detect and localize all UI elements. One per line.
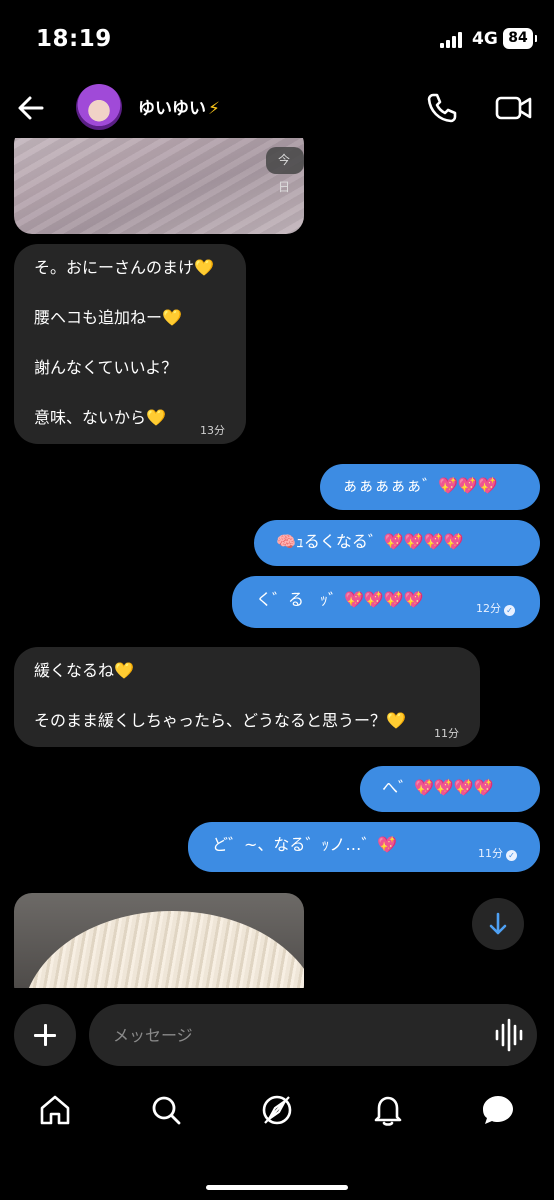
read-check-icon: ✓ — [506, 850, 517, 861]
contact-name[interactable]: ゆいゆい ⚡ — [138, 94, 220, 119]
messages-chat-icon[interactable] — [480, 1092, 516, 1128]
cellular-signal-icon — [440, 32, 466, 48]
voice-waveform-icon[interactable] — [494, 1018, 524, 1052]
notifications-bell-icon[interactable] — [370, 1092, 406, 1128]
message-text: く゛る ｯ゛💖💖💖💖 — [256, 590, 424, 609]
home-icon[interactable] — [37, 1092, 73, 1128]
read-check-icon: ✓ — [504, 605, 515, 616]
message-bubble-sent[interactable]: ど゛~、なる゛ｯノ…゛💖 11分 ✓ — [188, 822, 540, 872]
scroll-to-bottom-button[interactable] — [472, 898, 524, 950]
chat-header: ゆいゆい ⚡ — [0, 80, 554, 138]
message-timestamp: 11分 — [434, 727, 459, 740]
message-time-text: 12分 — [476, 602, 501, 615]
arrow-left-icon[interactable] — [14, 90, 50, 126]
bottom-navigation — [0, 1078, 554, 1200]
message-bubble-received[interactable]: そ。おにーさんのまけ💛 腰ヘコも追加ねー💛 謝んなくていいよ？ 意味、ないから💛… — [14, 244, 246, 444]
arrow-down-icon — [489, 912, 507, 935]
message-text: 意味、ないから💛 — [34, 408, 166, 427]
message-bubble-received[interactable]: 緩くなるね💛 そのまま緩くしちゃったら、どうなると思うー？💛 11分 — [14, 647, 480, 747]
message-text: そ。おにーさんのまけ💛 — [34, 258, 214, 277]
message-bubble-sent[interactable]: く゛る ｯ゛💖💖💖💖 12分 ✓ — [232, 576, 540, 628]
explore-compass-icon[interactable] — [259, 1092, 295, 1128]
message-text: そのまま緩くしちゃったら、どうなると思うー？💛 — [34, 711, 406, 730]
message-text: ど゛~、なる゛ｯノ…゛💖 — [212, 835, 398, 854]
video-camera-icon[interactable] — [494, 90, 534, 126]
shared-photo[interactable] — [14, 893, 304, 988]
message-timestamp: 12分 ✓ — [476, 602, 515, 616]
message-bubble-sent[interactable]: ぁぁぁぁぁ゛💖💖💖 — [320, 464, 540, 510]
message-bubble-sent[interactable]: へ゛💖💖💖💖 — [360, 766, 540, 812]
date-pill: 今日 — [266, 147, 304, 194]
message-thread[interactable]: 今日 そ。おにーさんのまけ💛 腰ヘコも追加ねー💛 謝んなくていいよ？ 意味、ない… — [0, 138, 554, 988]
message-text: ぁぁぁぁぁ゛💖💖💖 — [342, 476, 498, 495]
message-timestamp: 13分 — [200, 424, 225, 437]
search-icon[interactable] — [148, 1092, 184, 1128]
battery-icon: 84 — [503, 28, 537, 49]
contact-name-text: ゆいゆい — [138, 99, 206, 119]
status-time: 18:19 — [36, 26, 112, 52]
status-bar: 18:19 4G 84 — [0, 0, 554, 80]
network-type: 4G — [472, 29, 498, 49]
plus-icon[interactable] — [14, 1004, 76, 1066]
message-timestamp: 11分 ✓ — [478, 847, 517, 861]
message-text: 腰ヘコも追加ねー💛 — [34, 308, 182, 327]
phone-icon[interactable] — [424, 90, 460, 126]
message-text: へ゛💖💖💖💖 — [382, 778, 494, 797]
message-composer — [0, 988, 554, 1070]
message-text: 🧠ｭるくなる゛💖💖💖💖 — [276, 532, 464, 551]
avatar[interactable] — [76, 84, 122, 130]
message-text: 緩くなるね💛 — [34, 661, 134, 680]
message-bubble-sent[interactable]: 🧠ｭるくなる゛💖💖💖💖 — [254, 520, 540, 566]
message-time-text: 11分 — [478, 847, 503, 860]
chat-screen: 18:19 4G 84 ゆいゆい ⚡ 今日 そ。おにーさんのまけ💛 腰ヘコも追加… — [0, 0, 554, 1200]
shared-photo[interactable]: 今日 — [14, 138, 304, 234]
message-text: 謝んなくていいよ？ — [34, 358, 178, 377]
home-indicator[interactable] — [206, 1185, 348, 1190]
lightning-emoji: ⚡ — [208, 99, 220, 119]
message-input[interactable] — [89, 1004, 537, 1066]
